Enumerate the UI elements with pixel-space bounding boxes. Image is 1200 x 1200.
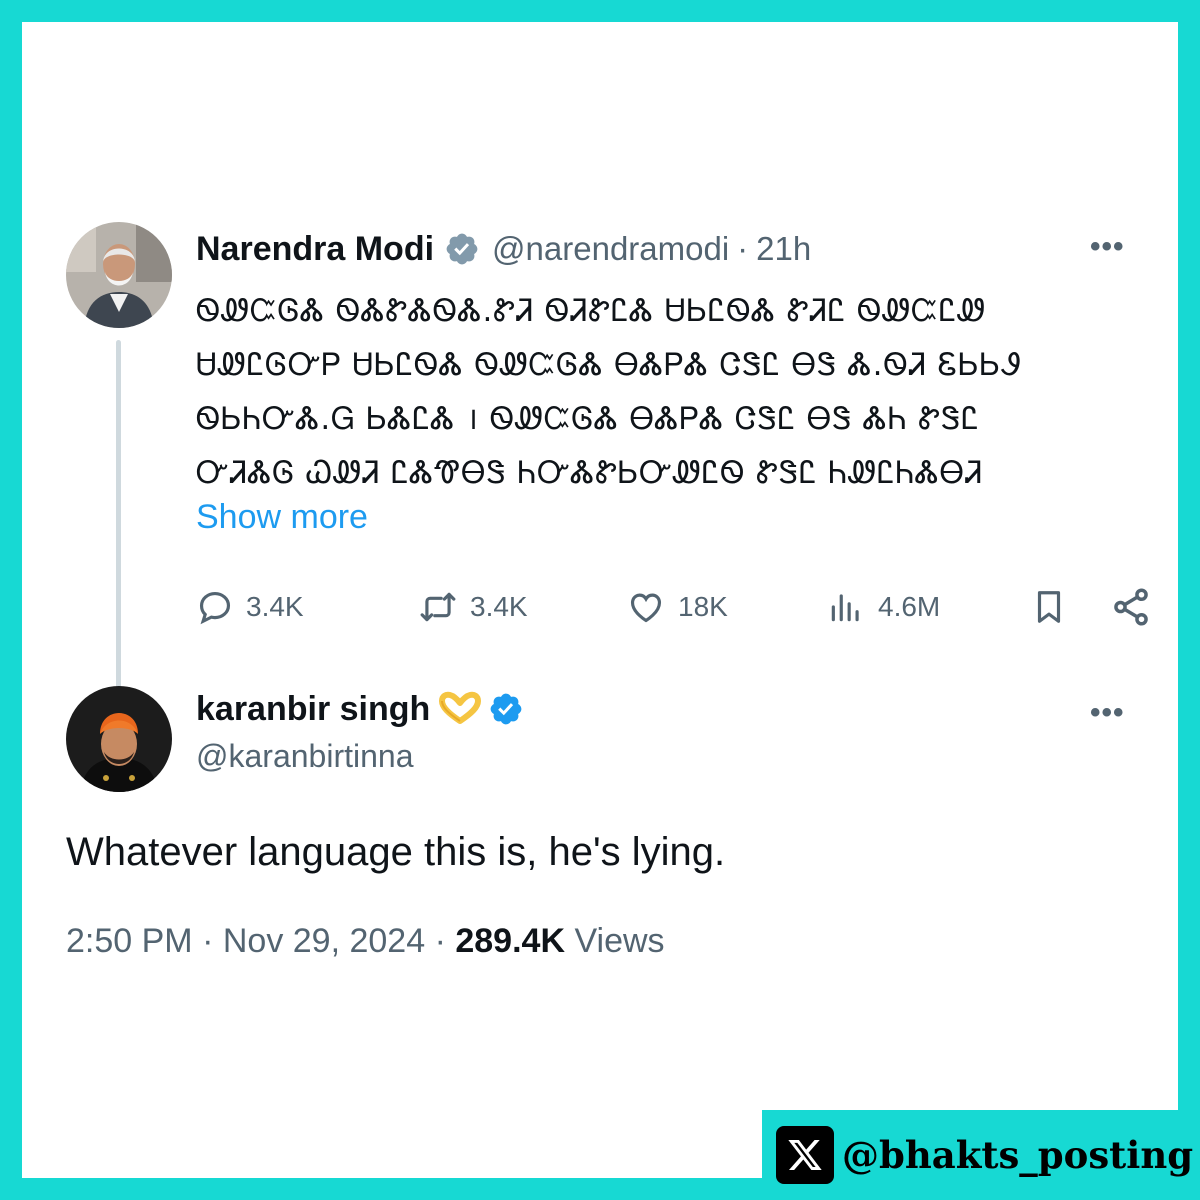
like-icon bbox=[630, 593, 662, 623]
reply-author-handle[interactable]: @karanbirtinna bbox=[196, 738, 413, 775]
watermark-handle: @bhakts_posting bbox=[842, 1133, 1194, 1177]
reply-views-label: Views bbox=[574, 922, 665, 960]
tweet-body-line: ᏫᏏᏂᏅᏜ.Ꮐ ᏏᏜᏝᏜ । ᏫᏪᏨᎶᏜ ᎾᏜᏢᏜ ᏣᏕᏝ ᎾᏕ ᏜᏂ ᏑᏕᏝ bbox=[196, 401, 980, 437]
share-icon bbox=[1114, 588, 1148, 626]
reply-date[interactable]: Nov 29, 2024 bbox=[223, 922, 425, 960]
separator-dot: · bbox=[434, 922, 446, 960]
reply-count: 3.4K bbox=[246, 591, 304, 622]
x-logo-icon bbox=[776, 1126, 834, 1184]
repost-count: 3.4K bbox=[470, 591, 528, 622]
repost-icon bbox=[420, 592, 456, 622]
reply-author-display-name[interactable]: karanbir singh bbox=[196, 690, 430, 729]
show-more-link[interactable]: Show more bbox=[196, 498, 368, 537]
bookmark-button[interactable] bbox=[1030, 582, 1068, 632]
avatar[interactable] bbox=[66, 686, 172, 792]
repost-button[interactable]: 3.4K bbox=[418, 582, 528, 632]
author-display-name[interactable]: Narendra Modi bbox=[196, 230, 434, 269]
share-button[interactable] bbox=[1110, 582, 1152, 632]
like-count: 18K bbox=[678, 591, 728, 622]
more-horizontal-icon[interactable]: ••• bbox=[1090, 230, 1125, 264]
tweet-body-line: ᏫᏪᏨᎶᏜ ᏫᏜᏑᏜᏫᏜ.ᏑᏘ ᏫᏘᏑᏝᏜ ᏌᏏᏝᏫᏜ ᏑᏘᏝ ᏫᏪᏨᏝᏪ bbox=[196, 293, 987, 329]
reply-tweet-text: Whatever language this is, he's lying. bbox=[66, 830, 726, 874]
views-count: 4.6M bbox=[878, 591, 941, 622]
watermark: @bhakts_posting bbox=[762, 1110, 1200, 1200]
reply-icon bbox=[199, 591, 231, 625]
like-button[interactable]: 18K bbox=[626, 582, 728, 632]
reply-views-count: 289.4K bbox=[455, 922, 565, 960]
post-time[interactable]: 21h bbox=[756, 230, 811, 268]
avatar-image bbox=[66, 686, 172, 792]
reply-author-row: karanbir singh bbox=[196, 684, 524, 734]
more-horizontal-icon[interactable]: ••• bbox=[1090, 696, 1125, 730]
reply-button[interactable]: 3.4K bbox=[196, 582, 304, 632]
separator-dot: · bbox=[202, 922, 214, 960]
heart-hands-emoji-icon bbox=[439, 691, 482, 724]
bookmark-icon bbox=[1037, 591, 1061, 623]
thread-connector-line bbox=[116, 340, 121, 692]
tweet-body: ᏫᏪᏨᎶᏜ ᏫᏜᏑᏜᏫᏜ.ᏑᏘ ᏫᏘᏑᏝᏜ ᏌᏏᏝᏫᏜ ᏑᏘᏝ ᏫᏪᏨᏝᏪ ᏌᏪ… bbox=[196, 284, 1021, 500]
tweet-body-line: ᏅᏘᏜᎶ ᏇᏪᏘ ᏝᏜᏡᎾᏕ ᏂᏅᏜᏑᏏᏅᏪᏝᏫ ᏑᏕᏝ ᏂᏪᏝᏂᏜᎾᏘ bbox=[196, 455, 984, 491]
reply-time[interactable]: 2:50 PM bbox=[66, 922, 193, 960]
views-button[interactable]: 4.6M bbox=[826, 582, 940, 632]
avatar[interactable] bbox=[66, 222, 172, 328]
reply-meta: 2:50 PM · Nov 29, 2024 · 289.4K Views bbox=[66, 922, 665, 961]
verified-gov-badge-icon[interactable] bbox=[444, 231, 480, 267]
tweet-card: Narendra Modi @narendramodi · 21h ••• ᏫᏪ… bbox=[22, 22, 1178, 1178]
tweet-body-line: ᏌᏪᏝᎶᏅᏢ ᏌᏏᏝᏫᏜ ᏫᏪᏨᎶᏜ ᎾᏜᏢᏜ ᏣᏕᏝ ᎾᏕ Ꮬ.ᏫᏘ ᏋᏏᏏᏭ bbox=[196, 347, 1022, 383]
author-handle[interactable]: @narendramodi bbox=[492, 230, 729, 268]
views-icon bbox=[831, 594, 859, 622]
separator-dot: · bbox=[737, 230, 749, 267]
verified-badge-icon[interactable] bbox=[488, 691, 524, 727]
avatar-image bbox=[66, 222, 172, 328]
author-row: Narendra Modi @narendramodi · 21h bbox=[196, 224, 811, 274]
tweet-actions-bar: 3.4K 3.4K 18K 4.6M bbox=[196, 582, 1156, 632]
